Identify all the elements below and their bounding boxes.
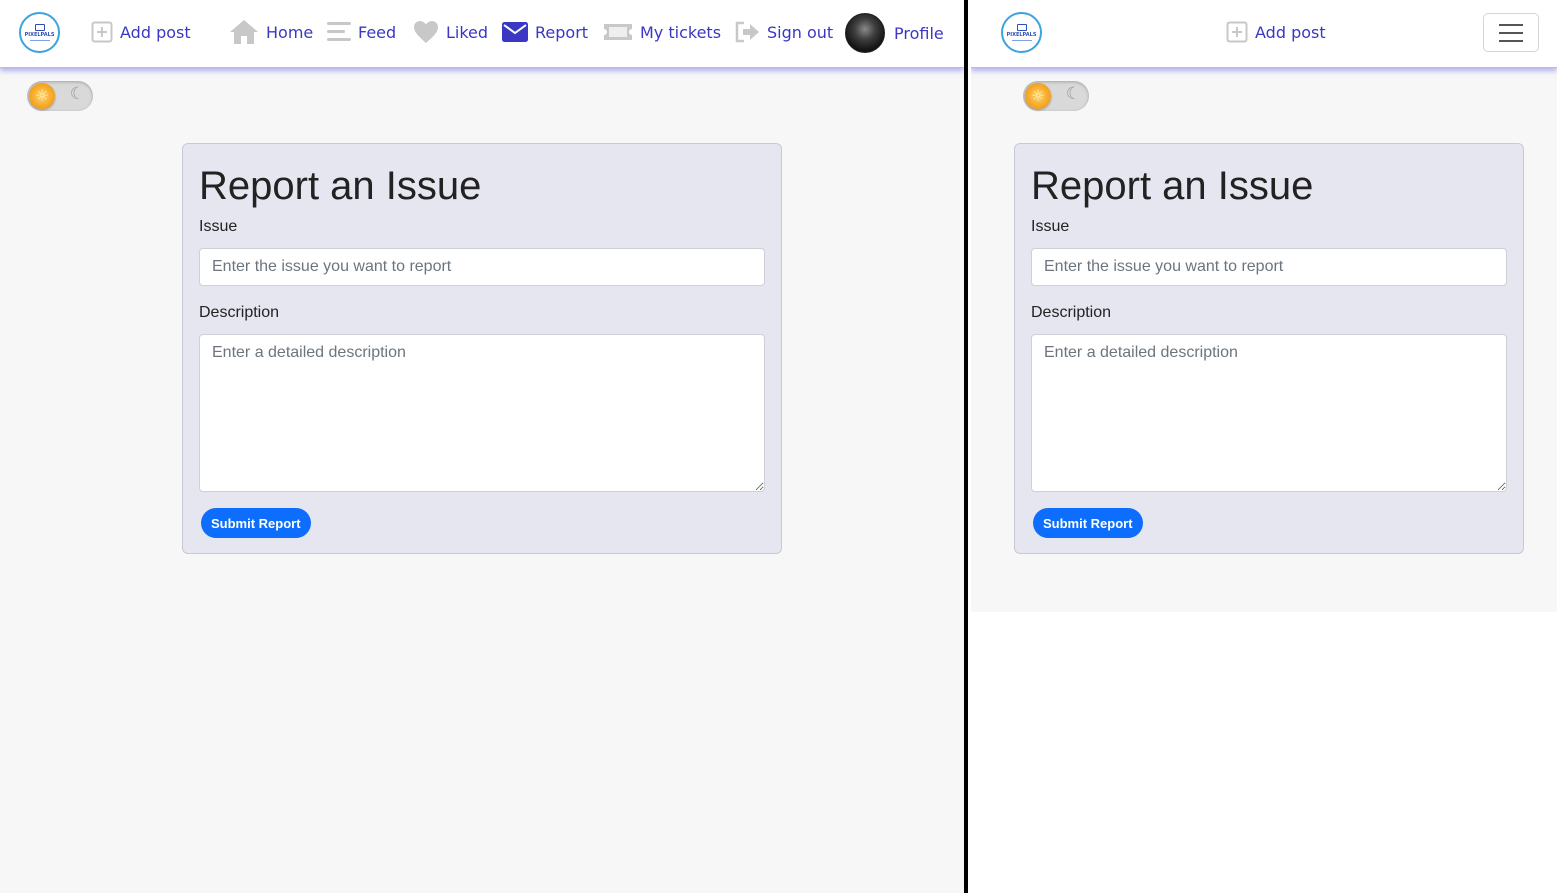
- description-textarea[interactable]: [1031, 334, 1507, 492]
- moon-icon: ☾: [1065, 84, 1081, 104]
- nav-home-label: Home: [266, 22, 314, 42]
- nav-my-tickets[interactable]: My tickets: [603, 17, 721, 47]
- avatar: [845, 13, 885, 53]
- heart-icon: [413, 20, 439, 44]
- sun-icon: ☼: [29, 83, 55, 109]
- nav-sign-out-label: Sign out: [767, 22, 834, 42]
- add-square-icon: [91, 21, 113, 43]
- mobile-view: PIXELPALS Add post ☼ ☾ Report an Issue I…: [971, 0, 1557, 612]
- sun-icon: ☼: [1025, 83, 1051, 109]
- feed-lines-icon: [327, 21, 351, 43]
- nav-add-post-label: Add post: [120, 22, 191, 42]
- issue-label: Issue: [1031, 218, 1070, 235]
- desktop-view: PIXELPALS Add post Home Feed Liked Repor…: [0, 0, 964, 893]
- hamburger-line: [1499, 39, 1523, 42]
- nav-sign-out[interactable]: Sign out: [734, 17, 833, 47]
- monitor-icon: [1016, 24, 1027, 31]
- submit-report-button[interactable]: Submit Report: [201, 508, 311, 538]
- report-form-card: Report an Issue Issue Description Submit…: [1014, 143, 1524, 554]
- nav-liked-label: Liked: [446, 22, 489, 42]
- brand-logo[interactable]: PIXELPALS: [1001, 12, 1042, 53]
- hamburger-line: [1499, 23, 1523, 26]
- hamburger-line: [1499, 31, 1523, 34]
- moon-icon: ☾: [69, 84, 85, 104]
- sun-glyph: ☼: [34, 86, 50, 105]
- menu-toggle-button[interactable]: [1483, 13, 1539, 52]
- theme-toggle[interactable]: ☼ ☾: [1023, 81, 1089, 111]
- monitor-icon: [34, 24, 45, 31]
- nav-liked[interactable]: Liked: [413, 17, 488, 47]
- nav-profile-label: Profile: [894, 23, 944, 43]
- description-label: Description: [1031, 304, 1112, 321]
- envelope-icon: [502, 22, 528, 42]
- nav-add-post-label: Add post: [1255, 22, 1326, 42]
- brand-logo[interactable]: PIXELPALS: [19, 12, 60, 53]
- description-textarea[interactable]: [199, 334, 765, 492]
- logo-text: PIXELPALS: [24, 32, 55, 38]
- home-icon: [229, 19, 259, 45]
- nav-profile[interactable]: Profile: [845, 13, 944, 53]
- page-title: Report an Issue: [1031, 164, 1314, 208]
- issue-input[interactable]: [199, 248, 765, 286]
- top-navbar-mobile: PIXELPALS Add post: [971, 0, 1557, 68]
- view-divider: [964, 0, 968, 893]
- nav-feed[interactable]: Feed: [327, 17, 396, 47]
- issue-label: Issue: [199, 218, 238, 235]
- submit-report-button[interactable]: Submit Report: [1033, 508, 1143, 538]
- logo-underline: [1011, 40, 1032, 41]
- description-label: Description: [199, 304, 280, 321]
- nav-add-post[interactable]: Add post: [1226, 17, 1326, 47]
- nav-add-post[interactable]: Add post: [91, 17, 191, 47]
- report-form-card: Report an Issue Issue Description Submit…: [182, 143, 782, 554]
- nav-home[interactable]: Home: [229, 17, 313, 47]
- nav-report[interactable]: Report: [502, 17, 588, 47]
- ticket-icon: [603, 22, 633, 42]
- sign-out-icon: [734, 21, 760, 43]
- sun-glyph: ☼: [1030, 86, 1046, 105]
- logo-underline: [29, 40, 50, 41]
- logo-text: PIXELPALS: [1006, 32, 1037, 38]
- issue-input[interactable]: [1031, 248, 1507, 286]
- nav-my-tickets-label: My tickets: [640, 22, 722, 42]
- add-square-icon: [1226, 21, 1248, 43]
- theme-toggle[interactable]: ☼ ☾: [27, 81, 93, 111]
- nav-report-label: Report: [535, 22, 589, 42]
- page-title: Report an Issue: [199, 164, 482, 208]
- nav-feed-label: Feed: [358, 22, 397, 42]
- top-navbar: PIXELPALS Add post Home Feed Liked Repor…: [0, 0, 964, 68]
